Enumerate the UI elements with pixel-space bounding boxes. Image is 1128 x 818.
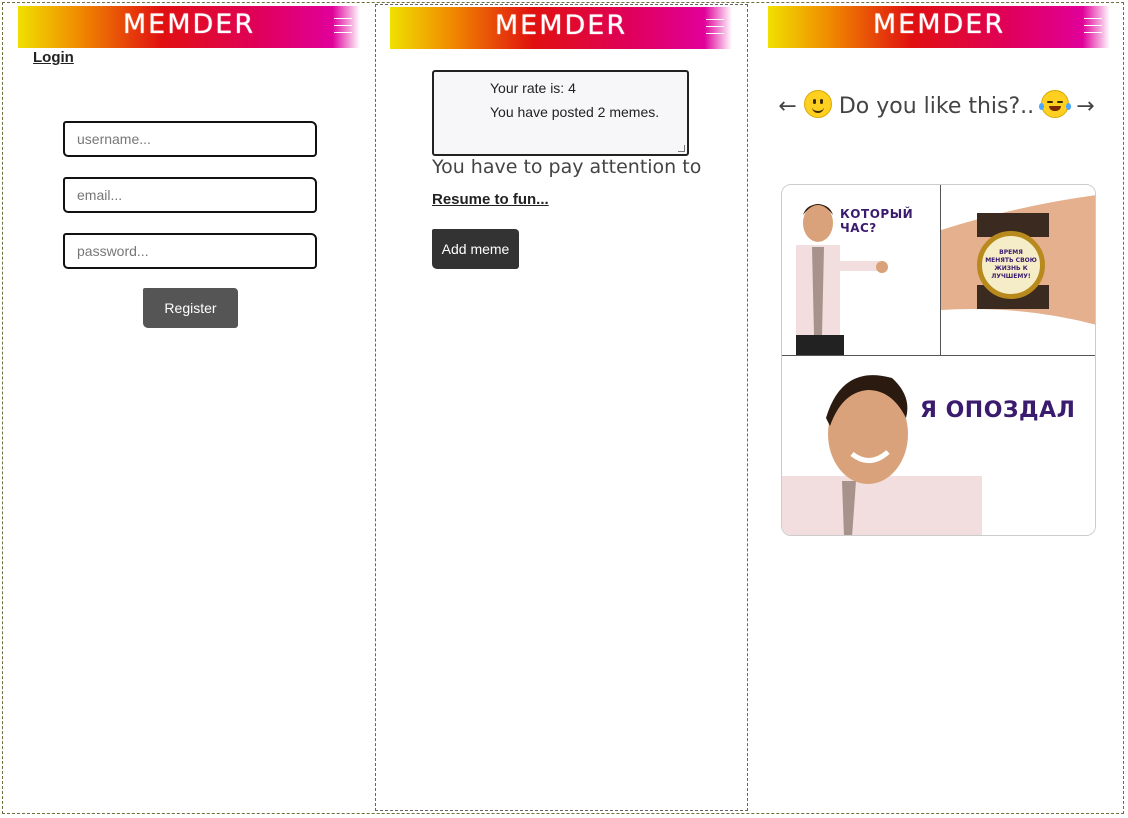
- question-row: ← Do you like this?.. →: [749, 90, 1124, 119]
- hamburger-menu-icon[interactable]: [1084, 18, 1102, 34]
- header: MEMDER: [390, 7, 732, 49]
- header: MEMDER: [18, 6, 360, 48]
- header: MEMDER: [768, 6, 1110, 48]
- meme-image[interactable]: КОТОРЫЙ ЧАС? ВРЕМЯ МЕНЯТЬ СВОЮ ЖИЗНЬ К Л…: [781, 184, 1096, 536]
- meme-caption-bottom: Я ОПОЗДАЛ: [920, 398, 1076, 423]
- password-input[interactable]: [63, 233, 317, 269]
- profile-panel: MEMDER Your rate is: 4 You have posted 2…: [375, 4, 748, 811]
- brand-logo: MEMDER: [122, 9, 256, 40]
- meme-panel-late-man: Я ОПОЗДАЛ: [782, 356, 1095, 535]
- brand-logo: MEMDER: [494, 10, 628, 41]
- rate-text: Your rate is: 4: [490, 80, 576, 96]
- brand-logo: MEMDER: [872, 9, 1006, 40]
- laughing-tears-emoji-icon: [1039, 90, 1072, 118]
- register-button[interactable]: Register: [143, 288, 238, 328]
- add-meme-button[interactable]: Add meme: [432, 229, 519, 269]
- email-input[interactable]: [63, 177, 317, 213]
- resume-link[interactable]: Resume to fun...: [432, 191, 549, 208]
- posted-count-text: You have posted 2 memes.: [490, 104, 660, 120]
- login-link[interactable]: Login: [33, 49, 74, 66]
- meme-caption-watch-face: ВРЕМЯ МЕНЯТЬ СВОЮ ЖИЗНЬ К ЛУЧШЕМУ!: [977, 231, 1045, 299]
- attention-text: You have to pay attention to: [432, 156, 702, 178]
- register-panel: MEMDER Login Register: [4, 4, 374, 811]
- meme-viewer-panel: MEMDER ← Do you like this?.. → КОТОРЫЙ Ч…: [749, 4, 1124, 811]
- smile-emoji-icon: [803, 90, 832, 118]
- resize-handle-icon[interactable]: [678, 145, 685, 152]
- stats-textarea[interactable]: Your rate is: 4 You have posted 2 memes.: [432, 70, 689, 156]
- meme-caption-top: КОТОРЫЙ ЧАС?: [840, 207, 914, 235]
- hamburger-menu-icon[interactable]: [334, 18, 352, 34]
- late-man-illustration: [782, 375, 982, 535]
- next-arrow-icon[interactable]: →: [1076, 94, 1094, 119]
- meme-panel-watch-closeup: ВРЕМЯ МЕНЯТЬ СВОЮ ЖИЗНЬ К ЛУЧШЕМУ!: [941, 185, 1095, 356]
- username-input[interactable]: [63, 121, 317, 157]
- meme-panel-man-checking-watch: КОТОРЫЙ ЧАС?: [782, 185, 941, 356]
- hamburger-menu-icon[interactable]: [706, 19, 724, 35]
- previous-arrow-icon[interactable]: ←: [778, 94, 796, 119]
- question-text: Do you like this?..: [838, 94, 1035, 119]
